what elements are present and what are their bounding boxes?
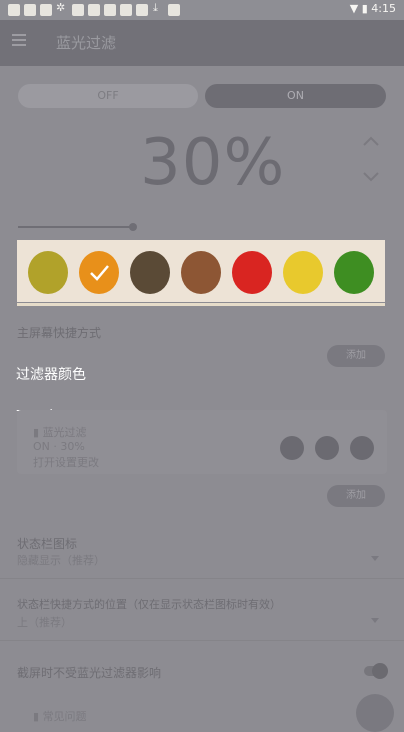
card-add-label: 添加 [346, 490, 366, 501]
notification-icon [40, 4, 52, 16]
intensity-percent: 30% [140, 126, 286, 200]
floating-action-button[interactable] [356, 694, 394, 732]
app-title: 蓝光过滤 [56, 34, 117, 52]
card-line-3: 打开设置更改 [33, 456, 99, 469]
chevron-down-icon[interactable] [362, 170, 380, 184]
notification-icon [24, 4, 36, 16]
color-swatch[interactable] [283, 251, 323, 294]
phone-icon: ▮ [33, 426, 40, 439]
section-divider [0, 640, 404, 641]
chevron-up-icon[interactable] [362, 134, 380, 148]
filter-off-label: OFF [97, 89, 119, 102]
color-swatch[interactable] [181, 251, 221, 294]
shortcut-position-heading: 状态栏快捷方式的位置（仅在显示状态栏图标时有效） [17, 598, 281, 611]
notification-icon [72, 4, 84, 16]
add-shortcut-label: 添加 [346, 350, 366, 361]
card-add-button[interactable]: 添加 [327, 485, 385, 507]
dropdown-arrow-icon[interactable] [371, 556, 379, 561]
shortcut-heading: 主屏幕快捷方式 [17, 326, 102, 340]
color-swatch[interactable] [28, 251, 68, 294]
notification-icon [120, 4, 132, 16]
shortcut-position-value[interactable]: 上（推荐） [17, 614, 72, 630]
battery-icon: ▮ [361, 2, 368, 15]
gear-icon[interactable] [350, 436, 374, 460]
fullscreen-icon[interactable] [315, 436, 339, 460]
filter-off-button[interactable]: OFF [18, 84, 198, 108]
download-icon: ⤓ [153, 1, 158, 14]
bottom-item: ▮ 常见问题 [33, 710, 87, 723]
section-divider [0, 578, 404, 579]
screenshot-toggle-thumb[interactable] [372, 663, 388, 679]
notification-icon [8, 4, 20, 16]
wifi-icon: ▼ [349, 2, 359, 15]
intensity-slider[interactable] [18, 226, 133, 228]
card-line-1: ▮ 蓝光过滤 [33, 426, 87, 439]
phone-icon: ▮ [33, 710, 40, 723]
status-icon-heading: 状态栏图标 [17, 537, 78, 551]
filter-on-label: ON [287, 89, 304, 102]
color-swatch[interactable] [334, 251, 374, 294]
notification-icon [136, 4, 148, 16]
status-right: ▼ ▮ 4:15 [350, 2, 396, 15]
menu-icon[interactable] [12, 34, 26, 46]
notification-icon [104, 4, 116, 16]
filter-on-button[interactable]: ON [205, 84, 386, 108]
add-shortcut-button[interactable]: 添加 [327, 345, 385, 367]
status-icon-value[interactable]: 隐藏显示（推荐） [17, 552, 105, 568]
intensity-slider-thumb[interactable] [129, 223, 137, 231]
dropdown-arrow-icon[interactable] [371, 618, 379, 623]
color-swatch[interactable] [130, 251, 170, 294]
color-swatch[interactable] [79, 251, 119, 294]
card-line-2: ON · 30% [33, 440, 85, 453]
notification-icon [168, 4, 180, 16]
check-icon [90, 265, 109, 281]
screenshot-heading: 截屏时不受蓝光过滤器影响 [17, 666, 162, 680]
color-swatch[interactable] [232, 251, 272, 294]
filter-color-label[interactable]: 过滤器颜色 [16, 364, 86, 384]
notification-icon [88, 4, 100, 16]
palette-divider [17, 303, 385, 306]
bug-icon: ✲ [56, 1, 66, 14]
file-icon[interactable] [280, 436, 304, 460]
clock: 4:15 [371, 2, 396, 15]
